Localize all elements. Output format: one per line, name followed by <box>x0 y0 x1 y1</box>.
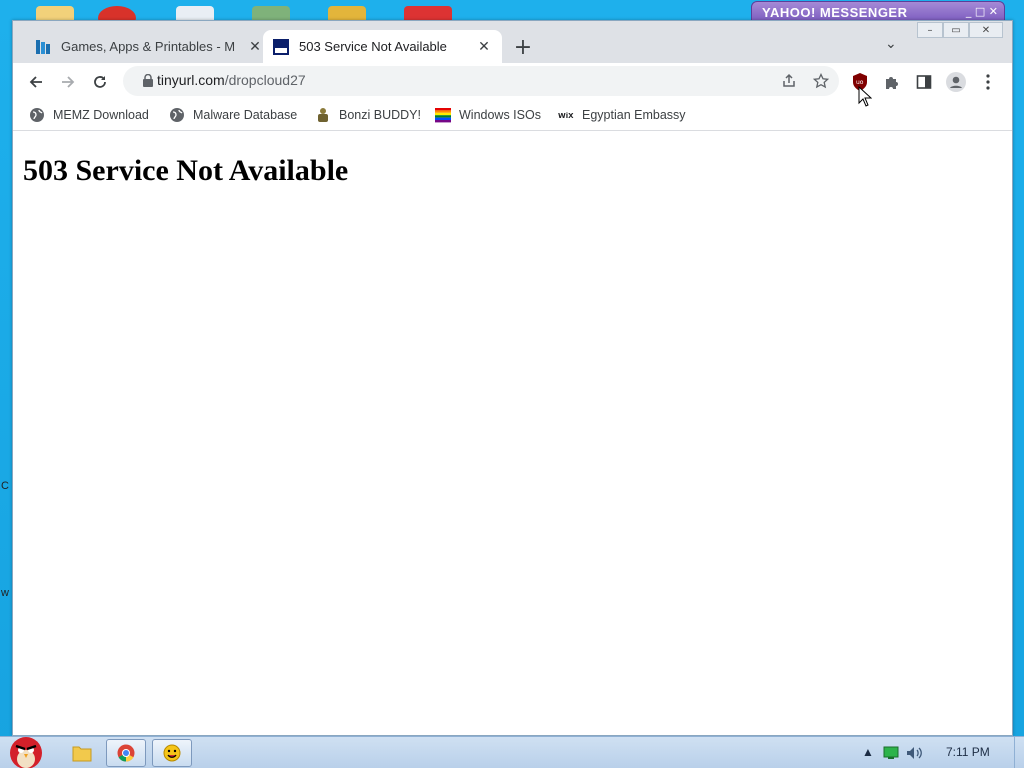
side-panel-icon <box>916 75 932 89</box>
tinyurl-favicon <box>273 38 289 55</box>
lock-icon[interactable] <box>143 74 153 87</box>
close-icon[interactable]: ✕ <box>474 37 494 57</box>
extensions-button[interactable] <box>878 68 906 96</box>
url-host: tinyurl.com <box>157 72 225 88</box>
page-content: 503 Service Not Available <box>13 132 1012 735</box>
yahoo-messenger-title: YAHOO! MESSENGER <box>762 5 908 20</box>
rainbow-flag-icon <box>435 108 451 123</box>
side-panel-button[interactable] <box>910 68 938 96</box>
new-tab-button[interactable]: + <box>511 35 535 60</box>
svg-text:uo: uo <box>856 79 864 86</box>
bookmark-label: Malware Database <box>193 108 298 122</box>
network-icon[interactable] <box>883 746 899 760</box>
bookmark-bonzi-buddy[interactable]: Bonzi BUDDY! <box>315 106 421 124</box>
wix-icon: WiX <box>558 112 574 120</box>
url-text[interactable]: tinyurl.com/dropcloud27 <box>157 72 306 88</box>
bookmark-label: MEMZ Download <box>53 108 149 122</box>
taskbar-chrome[interactable] <box>106 739 146 767</box>
desktop-edge-letter: C <box>1 480 9 492</box>
share-icon[interactable] <box>780 72 798 90</box>
show-desktop-button[interactable] <box>1014 737 1024 768</box>
bookmark-memz[interactable]: MEMZ Download <box>29 106 149 124</box>
close-icon[interactable]: ✕ <box>245 37 265 57</box>
tab-games-apps[interactable]: Games, Apps & Printables - M ✕ <box>25 30 273 63</box>
tab-strip: Games, Apps & Printables - M ✕ 503 Servi… <box>13 21 1012 63</box>
chrome-icon <box>117 744 135 762</box>
arrow-left-icon <box>29 76 42 88</box>
mouse-cursor-icon <box>858 86 872 107</box>
desktop-edge-letter: w <box>1 587 9 599</box>
menu-button[interactable] <box>974 68 1002 96</box>
taskbar-yahoo-messenger[interactable] <box>152 739 192 767</box>
close-window-button[interactable]: ✕ <box>969 22 1003 38</box>
avatar-icon <box>946 72 966 92</box>
folder-icon <box>72 746 92 762</box>
page-title: 503 Service Not Available <box>23 154 349 187</box>
globe-icon <box>30 108 44 122</box>
tray-show-hidden-icon[interactable]: ▲ <box>862 745 874 759</box>
bookmark-windows-isos[interactable]: Windows ISOs <box>435 106 541 124</box>
svg-text:WiX: WiX <box>558 112 574 120</box>
taskbar: ▲ 7:11 PM <box>0 736 1024 768</box>
forward-button[interactable] <box>54 68 82 96</box>
games-favicon <box>36 39 50 54</box>
restore-button[interactable]: ▭ <box>943 22 969 38</box>
start-button-angry-bird-icon[interactable] <box>2 731 48 768</box>
arrow-right-icon <box>62 76 75 88</box>
taskbar-clock[interactable]: 7:11 PM <box>946 745 990 759</box>
smiley-icon <box>163 744 181 762</box>
kebab-menu-icon <box>986 74 990 90</box>
globe-icon <box>170 108 184 122</box>
puzzle-icon <box>886 77 898 89</box>
browser-window: Games, Apps & Printables - M ✕ 503 Servi… <box>12 20 1013 736</box>
yahoo-window-controls[interactable]: _ □ ✕ <box>966 5 998 18</box>
bookmark-malware-database[interactable]: Malware Database <box>169 106 297 124</box>
url-path: /dropcloud27 <box>224 72 306 88</box>
bookmark-label: Windows ISOs <box>459 108 541 122</box>
profile-button[interactable] <box>942 68 970 96</box>
volume-icon[interactable] <box>906 746 924 760</box>
star-icon[interactable] <box>812 72 830 90</box>
tab-title: 503 Service Not Available <box>299 39 447 54</box>
bookmark-label: Egyptian Embassy <box>582 108 686 122</box>
tab-503[interactable]: 503 Service Not Available ✕ <box>263 30 502 63</box>
tab-title: Games, Apps & Printables - M <box>61 39 236 54</box>
bookmark-label: Bonzi BUDDY! <box>339 108 421 122</box>
bonzi-icon <box>318 108 328 122</box>
chevron-down-icon[interactable]: ⌄ <box>885 36 897 52</box>
reload-icon <box>94 76 106 88</box>
back-button[interactable] <box>22 68 50 96</box>
bookmark-egyptian-embassy[interactable]: WiX Egyptian Embassy <box>558 106 686 124</box>
taskbar-explorer[interactable] <box>62 739 102 767</box>
address-bar[interactable]: tinyurl.com/dropcloud27 <box>123 66 839 96</box>
minimize-button[interactable]: – <box>917 22 943 38</box>
reload-button[interactable] <box>86 68 114 96</box>
